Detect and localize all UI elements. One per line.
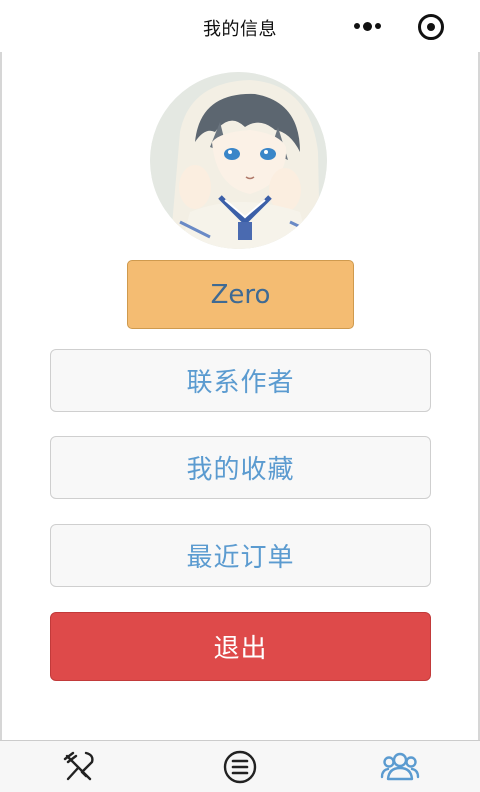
logout-button[interactable]: 退出: [50, 612, 431, 681]
navigation-bar: 我的信息: [0, 0, 480, 52]
utensils-icon: [63, 751, 94, 781]
menu-list-icon: [223, 750, 257, 784]
recent-orders-button[interactable]: 最近订单: [50, 524, 431, 587]
capsule-close-icon[interactable]: [418, 14, 444, 40]
more-dots-icon[interactable]: [350, 14, 384, 38]
avatar-illustration: [150, 72, 327, 249]
users-icon: [380, 752, 420, 781]
my-favorites-button[interactable]: 我的收藏: [50, 436, 431, 499]
avatar[interactable]: [150, 72, 327, 249]
page-title: 我的信息: [203, 19, 277, 40]
tab-order[interactable]: [160, 741, 320, 792]
tab-dishes[interactable]: [0, 741, 160, 792]
contact-author-button[interactable]: 联系作者: [50, 349, 431, 412]
tab-bar: [0, 740, 480, 792]
tab-my-info[interactable]: [320, 741, 480, 792]
username-button[interactable]: Zero: [127, 260, 354, 329]
